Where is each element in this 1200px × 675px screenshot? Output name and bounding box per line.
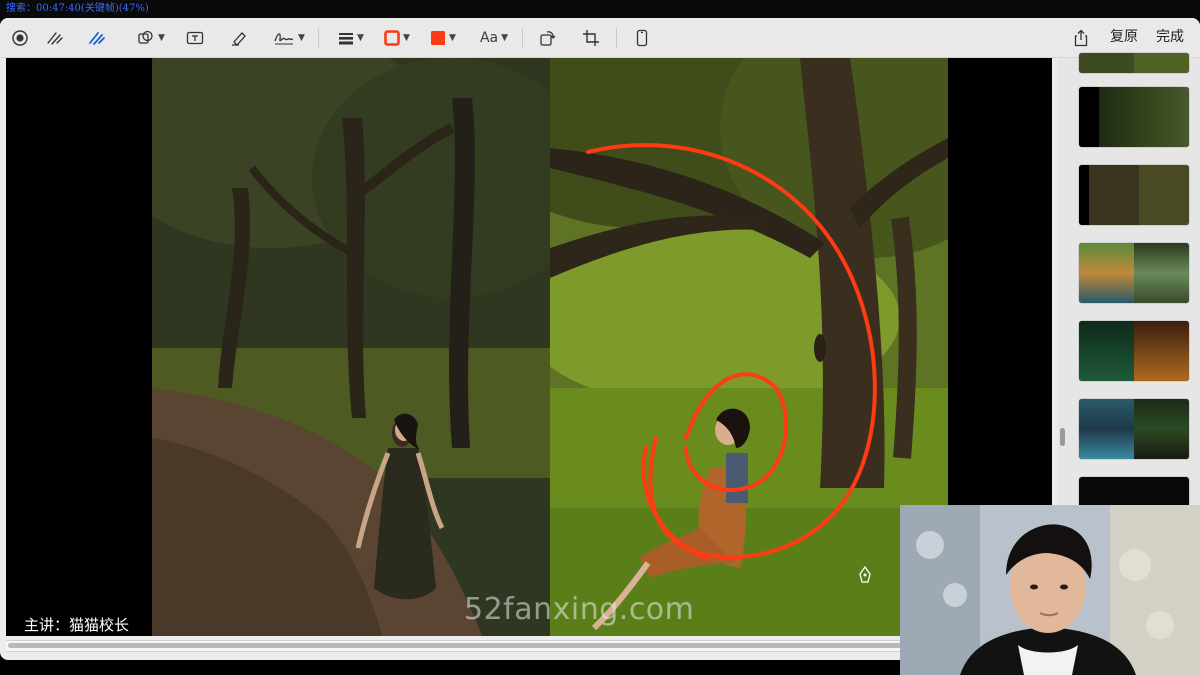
shapes-icon <box>138 30 153 44</box>
draw-icon[interactable] <box>86 26 108 50</box>
done-button[interactable]: 完成 <box>1150 25 1190 49</box>
status-bar: 搜索：00:47:40(关键帧)(47%) <box>0 0 1200 18</box>
record-icon[interactable] <box>10 26 30 50</box>
font-label: Aa <box>479 30 499 46</box>
crop-icon[interactable] <box>580 26 602 50</box>
signature-menu[interactable]: ▼ <box>272 26 306 50</box>
chevron-down-icon: ▼ <box>357 33 364 43</box>
pen-icon <box>858 565 872 588</box>
toolbar-divider <box>616 28 617 48</box>
watermark: 52fanxing.com <box>464 592 695 627</box>
chevron-down-icon: ▼ <box>403 33 410 43</box>
thumbnail-3[interactable] <box>1078 164 1190 226</box>
fill-color-menu[interactable]: ▼ <box>426 26 460 50</box>
font-menu[interactable]: Aa ▼ <box>476 26 512 50</box>
thumbnail-1[interactable] <box>1078 52 1190 74</box>
markup-toolbar: ▼ ▼ ▼ ▼ ▼ Aa ▼ 复原 完成 <box>0 18 1200 58</box>
toolbar-divider <box>522 28 523 48</box>
image-canvas[interactable]: 主讲：猫猫校长 52fanxing.com <box>6 58 1052 636</box>
horizontal-scrollbar[interactable] <box>6 640 1052 652</box>
annotation-spiral-outer <box>586 143 877 560</box>
toolbar-divider <box>318 28 319 48</box>
thumbnail-2[interactable] <box>1078 86 1190 148</box>
line-style-menu[interactable]: ▼ <box>334 26 368 50</box>
sketch-icon[interactable] <box>44 26 66 50</box>
annotation-spiral-inner <box>684 372 788 492</box>
scrollbar-thumb[interactable] <box>8 643 1038 648</box>
text-box-icon[interactable] <box>184 26 206 50</box>
shapes-menu[interactable]: ▼ <box>134 26 168 50</box>
vertical-scrollbar[interactable] <box>1060 428 1065 446</box>
device-icon[interactable] <box>632 26 652 50</box>
revert-button[interactable]: 复原 <box>1104 25 1144 49</box>
chevron-down-icon: ▼ <box>501 33 509 43</box>
chevron-down-icon: ▼ <box>449 33 456 43</box>
thumbnail-5[interactable] <box>1078 320 1190 382</box>
signature-icon <box>274 33 294 45</box>
chevron-down-icon: ▼ <box>158 33 165 43</box>
chevron-down-icon: ▼ <box>298 33 305 43</box>
share-icon[interactable] <box>1070 26 1092 50</box>
presenter-caption: 主讲：猫猫校长 <box>24 616 130 634</box>
presenter-webcam <box>900 505 1200 675</box>
highlight-icon[interactable] <box>228 26 250 50</box>
fill-color-icon <box>431 31 446 45</box>
border-color-icon <box>384 30 400 46</box>
thumbnail-4[interactable] <box>1078 242 1190 304</box>
rotate-icon[interactable] <box>536 26 558 50</box>
border-color-menu[interactable]: ▼ <box>380 26 414 50</box>
line-style-icon <box>339 33 354 45</box>
thumbnail-6[interactable] <box>1078 398 1190 460</box>
annotation-layer <box>586 143 877 560</box>
